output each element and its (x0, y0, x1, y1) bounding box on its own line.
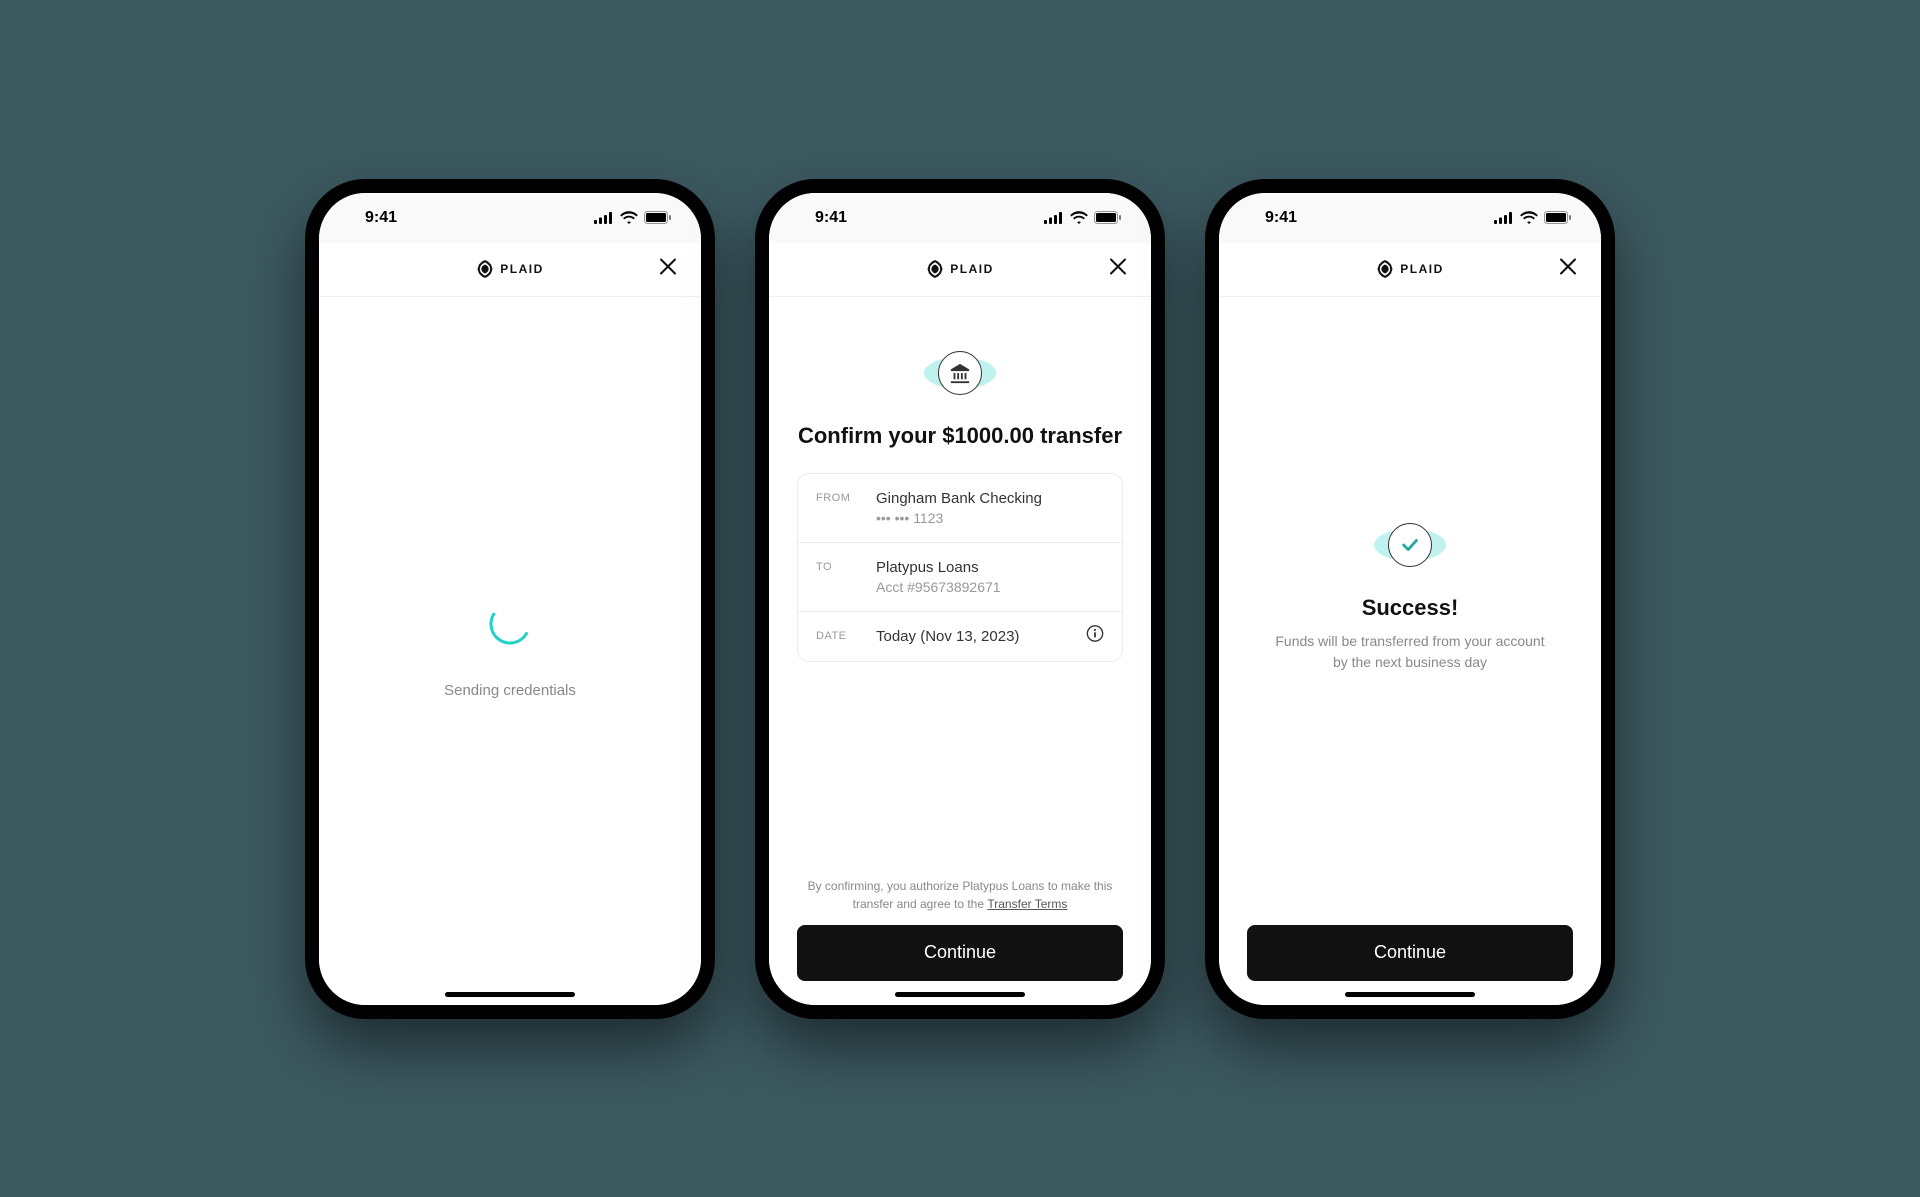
battery-icon (644, 211, 671, 224)
success-hero-icon (1375, 519, 1445, 571)
home-indicator[interactable] (895, 992, 1025, 997)
check-icon (1399, 534, 1421, 556)
date-label: DATE (816, 628, 876, 642)
bank-hero-icon (925, 347, 995, 399)
row-date: DATE Today (Nov 13, 2023) (798, 612, 1122, 661)
status-time: 9:41 (349, 209, 397, 227)
status-icons (594, 211, 671, 224)
home-indicator[interactable] (1345, 992, 1475, 997)
success-subtitle: Funds will be transferred from your acco… (1247, 631, 1573, 673)
cellular-icon (594, 212, 614, 224)
battery-icon (1094, 211, 1121, 224)
app-header: PLAID (769, 243, 1151, 297)
status-time: 9:41 (799, 209, 847, 227)
wifi-icon (1070, 211, 1088, 224)
confirm-top: Confirm your $1000.00 transfer FROM Ging… (797, 297, 1123, 662)
close-icon (659, 258, 677, 276)
wifi-icon (620, 211, 638, 224)
status-icons (1044, 211, 1121, 224)
date-value: Today (Nov 13, 2023) (876, 628, 1104, 645)
plaid-logo-text: PLAID (500, 262, 544, 276)
spinner-icon (488, 602, 532, 646)
close-button[interactable] (1109, 258, 1127, 281)
cellular-icon (1044, 212, 1064, 224)
transfer-terms-link[interactable]: Transfer Terms (987, 897, 1067, 911)
status-bar: 9:41 (319, 193, 701, 243)
status-icons (1494, 211, 1571, 224)
continue-button[interactable]: Continue (1247, 925, 1573, 981)
cellular-icon (1494, 212, 1514, 224)
status-bar: 9:41 (769, 193, 1151, 243)
plaid-logo: PLAID (926, 260, 994, 278)
close-icon (1109, 258, 1127, 276)
row-to: TO Platypus Loans Acct #95673892671 (798, 543, 1122, 612)
success-container: Success! Funds will be transferred from … (1247, 257, 1573, 885)
info-button[interactable] (1086, 625, 1104, 648)
plaid-logo: PLAID (476, 260, 544, 278)
status-time: 9:41 (1249, 209, 1297, 227)
battery-icon (1544, 211, 1571, 224)
phone-frame-loading: 9:41 PLAID Sending credentials (305, 179, 715, 1019)
app-header: PLAID (319, 243, 701, 297)
to-label: TO (816, 559, 876, 573)
content-area: Success! Funds will be transferred from … (1219, 297, 1601, 1005)
transfer-card: FROM Gingham Bank Checking ••• ••• 1123 … (797, 473, 1123, 662)
close-button[interactable] (659, 258, 677, 281)
content-area: Confirm your $1000.00 transfer FROM Ging… (769, 297, 1151, 1005)
loading-container: Sending credentials (347, 297, 673, 1005)
spacer (797, 662, 1123, 877)
disclaimer: By confirming, you authorize Platypus Lo… (797, 877, 1123, 913)
plaid-logo-text: PLAID (950, 262, 994, 276)
to-account-number: Acct #95673892671 (876, 579, 1104, 595)
bank-icon (949, 362, 971, 384)
to-value: Platypus Loans Acct #95673892671 (876, 559, 1104, 595)
phone-screen: 9:41 PLAID Sending credentials (319, 193, 701, 1005)
continue-button[interactable]: Continue (797, 925, 1123, 981)
success-title: Success! (1362, 595, 1459, 621)
plaid-logo-icon (476, 260, 494, 278)
phone-frame-success: 9:41 PLAID (1205, 179, 1615, 1019)
phone-frame-confirm: 9:41 PLAID (755, 179, 1165, 1019)
plaid-logo-icon (926, 260, 944, 278)
content-area: Sending credentials (319, 297, 701, 1005)
loading-text: Sending credentials (444, 682, 576, 699)
wifi-icon (1520, 211, 1538, 224)
from-value: Gingham Bank Checking ••• ••• 1123 (876, 490, 1104, 526)
phone-screen: 9:41 PLAID (1219, 193, 1601, 1005)
row-from: FROM Gingham Bank Checking ••• ••• 1123 (798, 474, 1122, 543)
home-indicator[interactable] (445, 992, 575, 997)
from-account-name: Gingham Bank Checking (876, 490, 1104, 507)
footer: By confirming, you authorize Platypus Lo… (797, 877, 1123, 1005)
from-label: FROM (816, 490, 876, 504)
confirm-title: Confirm your $1000.00 transfer (797, 423, 1123, 449)
to-account-name: Platypus Loans (876, 559, 1104, 576)
phone-screen: 9:41 PLAID (769, 193, 1151, 1005)
info-icon (1086, 625, 1104, 643)
from-account-number: ••• ••• 1123 (876, 510, 1104, 526)
status-bar: 9:41 (1219, 193, 1601, 243)
